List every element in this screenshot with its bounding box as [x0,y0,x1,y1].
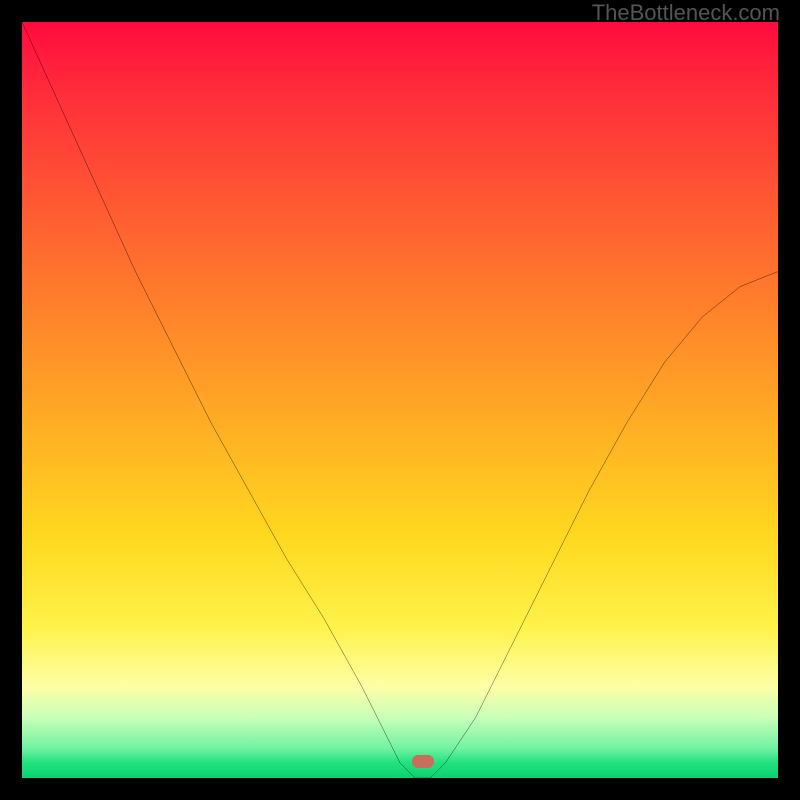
chart-frame: TheBottleneck.com [0,0,800,800]
watermark-text: TheBottleneck.com [592,0,780,26]
curve-svg [22,22,778,778]
minimum-marker [412,755,434,768]
bottleneck-curve [22,22,778,778]
plot-area [22,22,778,778]
